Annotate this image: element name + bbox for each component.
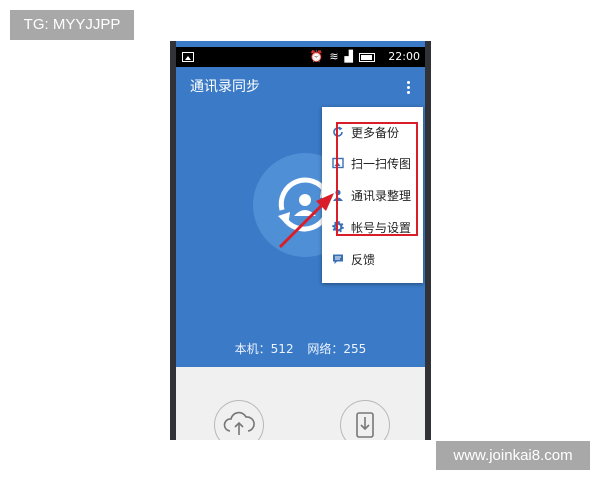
overflow-menu-icon[interactable]	[407, 81, 411, 95]
contact-counts: 本机：512 网络：255	[176, 340, 425, 357]
signal-icon: ▟	[344, 50, 353, 63]
status-time: 22:00	[388, 50, 420, 63]
download-button[interactable]	[340, 400, 390, 440]
bottom-actions	[176, 367, 425, 440]
phone-download-icon	[356, 412, 374, 438]
network-count: 网络：255	[307, 342, 367, 356]
image-icon	[182, 52, 194, 62]
phone-bezel-left	[170, 41, 176, 440]
app-bar: 通讯录同步	[176, 67, 425, 111]
alarm-icon: ⏰	[309, 50, 324, 63]
battery-icon	[359, 52, 375, 62]
upload-button[interactable]	[214, 400, 264, 440]
red-arrow-annotation	[278, 193, 334, 249]
menu-item-label: 反馈	[351, 252, 376, 267]
watermark-top: TG: MYYJJPP	[10, 10, 134, 40]
page-title: 通讯录同步	[190, 79, 260, 95]
watermark-bottom: www.joinkai8.com	[436, 441, 590, 470]
phone-bezel-right	[425, 41, 431, 440]
cloud-upload-icon	[223, 411, 255, 435]
wifi-icon: ≋	[329, 50, 339, 63]
local-count: 本机：512	[234, 342, 294, 356]
highlight-annotation	[336, 122, 418, 236]
status-bar: ⏰ ≋ ▟ 22:00	[176, 47, 425, 67]
